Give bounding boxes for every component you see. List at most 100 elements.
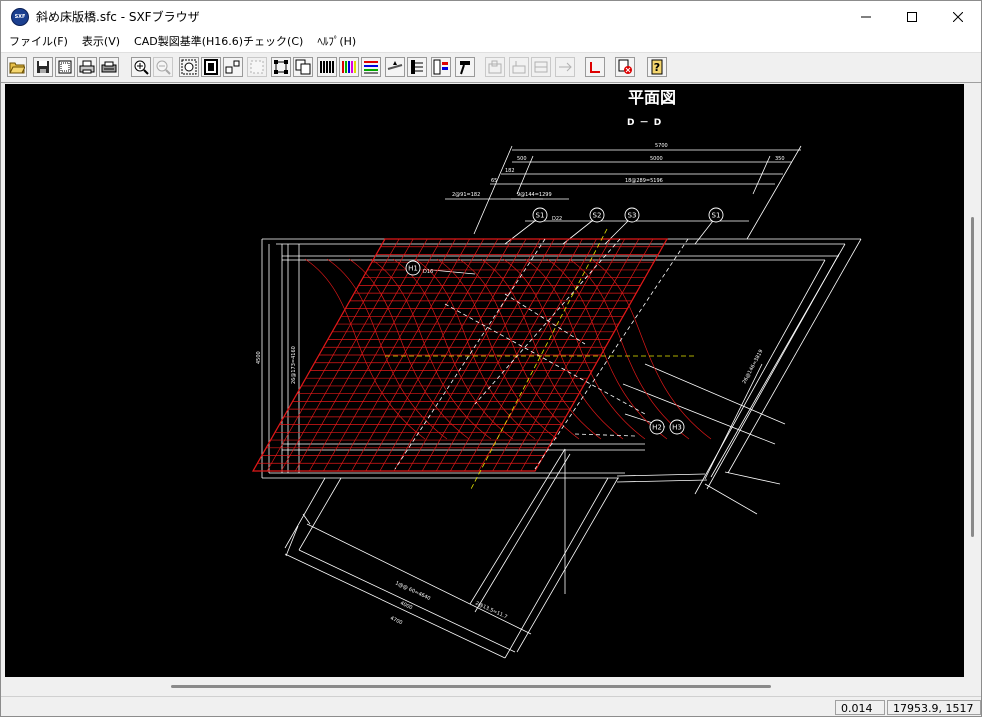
- layer-button[interactable]: [317, 57, 337, 77]
- check-a-button[interactable]: [485, 57, 505, 77]
- dim-bottom-3: 4700: [389, 615, 403, 626]
- bar-tag-label: S2: [593, 212, 602, 220]
- save-button[interactable]: [33, 57, 53, 77]
- zoom-out-button[interactable]: [153, 57, 173, 77]
- vertical-scrollbar[interactable]: [964, 84, 981, 677]
- zoom-out-icon: [156, 60, 171, 75]
- element-info-icon: [433, 59, 448, 75]
- pan-icon: [250, 60, 264, 74]
- minimize-button[interactable]: [843, 1, 889, 32]
- dim-lower-spacing: 2@13.5=11.7: [474, 600, 508, 620]
- print-preview-button[interactable]: [55, 57, 75, 77]
- check-b-icon: [512, 61, 526, 74]
- zoom-paper-button[interactable]: [201, 57, 221, 77]
- sxf-app-icon[interactable]: SXF: [11, 7, 29, 26]
- check-d-button[interactable]: [555, 57, 575, 77]
- tool-hammer-icon: [460, 61, 470, 75]
- rebar-curved-bar: [524, 258, 646, 440]
- maximize-button[interactable]: [889, 1, 935, 32]
- check-b-button[interactable]: [509, 57, 529, 77]
- layer-icon: [320, 61, 334, 73]
- check-d-icon: [559, 62, 572, 72]
- dim-left-offset: 500: [517, 156, 527, 162]
- dim-inner-length: 5000: [650, 156, 663, 162]
- zoom-window-icon: [225, 60, 240, 74]
- print-button[interactable]: [77, 57, 97, 77]
- open-file-button[interactable]: [7, 57, 27, 77]
- element-info-button[interactable]: [431, 57, 451, 77]
- print-setup-button[interactable]: [99, 57, 119, 77]
- dim-bar-size-a: D22: [552, 216, 562, 222]
- help-button[interactable]: ?: [647, 57, 667, 77]
- bar-tag-label: S1: [712, 212, 721, 220]
- menu-file[interactable]: ファイル(F): [1, 32, 75, 52]
- menu-cad-check[interactable]: CAD製図基準(H16.6)チェック(C): [127, 32, 310, 52]
- maximize-icon: [907, 11, 917, 22]
- help-icon: ?: [651, 59, 663, 75]
- dim-side-b: 182: [505, 168, 515, 174]
- print-preview-icon: [58, 60, 72, 74]
- measure-icon: [387, 61, 403, 70]
- dim-height-total: 4500: [256, 351, 262, 364]
- pan-button[interactable]: [247, 57, 267, 77]
- rebar-curved-bar: [348, 258, 470, 440]
- cad-drawing: S1 S2 S3 S1 H1 H2 H3 5700 5000 500 350 18@289=…: [251, 143, 862, 659]
- dim-mid: 9@144=1299: [517, 192, 552, 198]
- line-type-icon: [364, 61, 378, 74]
- dimension-texts: 5700 5000 500 350 18@289=5196 65 182 2@9…: [256, 143, 785, 626]
- close-button[interactable]: [935, 1, 981, 32]
- horizontal-scroll-thumb[interactable]: [171, 685, 771, 688]
- bar-tag-label: S1: [536, 212, 545, 220]
- zoom-fit-button[interactable]: [179, 57, 199, 77]
- dim-bottom-1: 1@@ 60=4640: [394, 580, 431, 602]
- redraw-button[interactable]: [271, 57, 291, 77]
- bar-tag-label: H1: [408, 265, 418, 273]
- rebar-curved-bar: [370, 258, 492, 440]
- clear-check-button[interactable]: [615, 57, 635, 77]
- color-button[interactable]: [339, 57, 359, 77]
- outline-linework: [261, 145, 862, 659]
- redraw-icon: [274, 60, 288, 74]
- print-setup-icon: [101, 61, 117, 73]
- zoom-fit-icon: [181, 59, 197, 75]
- svg-text:?: ?: [654, 61, 660, 74]
- check-mark-button[interactable]: [585, 57, 605, 77]
- print-icon: [79, 60, 95, 74]
- rebar-grid: [251, 238, 712, 472]
- toolbar: ?: [1, 53, 981, 83]
- line-type-button[interactable]: [361, 57, 381, 77]
- dim-right: 26@146=3819: [741, 349, 764, 385]
- window-title: 斜め床版橋.sfc - SXFブラウザ: [36, 10, 200, 24]
- save-icon: [37, 61, 49, 73]
- bar-tag-label: H2: [652, 424, 662, 432]
- dim-side-a: 65: [491, 178, 497, 184]
- measure-button[interactable]: [385, 57, 405, 77]
- attribute-icon: [411, 60, 423, 74]
- check-c-button[interactable]: [531, 57, 551, 77]
- menu-view[interactable]: 表示(V): [75, 32, 127, 52]
- tool-hammer-button[interactable]: [455, 57, 475, 77]
- clear-check-icon: [618, 59, 632, 74]
- status-coordinates: 17953.9, 1517: [887, 700, 981, 715]
- bar-tag-label: S3: [628, 212, 637, 220]
- open-file-icon: [9, 62, 25, 74]
- dim-left: 2@91=182: [452, 192, 480, 198]
- rebar-curved-bar: [546, 258, 668, 440]
- dim-bottom-2: 4000: [399, 600, 413, 611]
- attribute-button[interactable]: [407, 57, 427, 77]
- menu-help[interactable]: ﾍﾙﾌﾟ(H): [310, 32, 363, 52]
- window-controls: [843, 1, 981, 32]
- horizontal-scrollbar[interactable]: [5, 677, 964, 694]
- zoom-in-button[interactable]: [131, 57, 151, 77]
- check-c-icon: [534, 61, 548, 73]
- zoom-window-button[interactable]: [223, 57, 243, 77]
- drawing-canvas[interactable]: 平面図 D － D S1 S2 S3 S1 H1 H2 H3 5700 5000…: [5, 84, 964, 677]
- dim-total-length: 5700: [655, 143, 668, 149]
- zoom-paper-icon: [204, 59, 218, 75]
- rebar-curved-bar: [568, 258, 690, 440]
- vertical-scroll-thumb[interactable]: [971, 217, 974, 537]
- app-window: SXF 斜め床版橋.sfc - SXFブラウザ ファイル(F) 表示(V) CA…: [0, 0, 982, 717]
- sheet-list-button[interactable]: [293, 57, 313, 77]
- status-scale: 0.014: [835, 700, 885, 715]
- dim-right-offset: 350: [775, 156, 785, 162]
